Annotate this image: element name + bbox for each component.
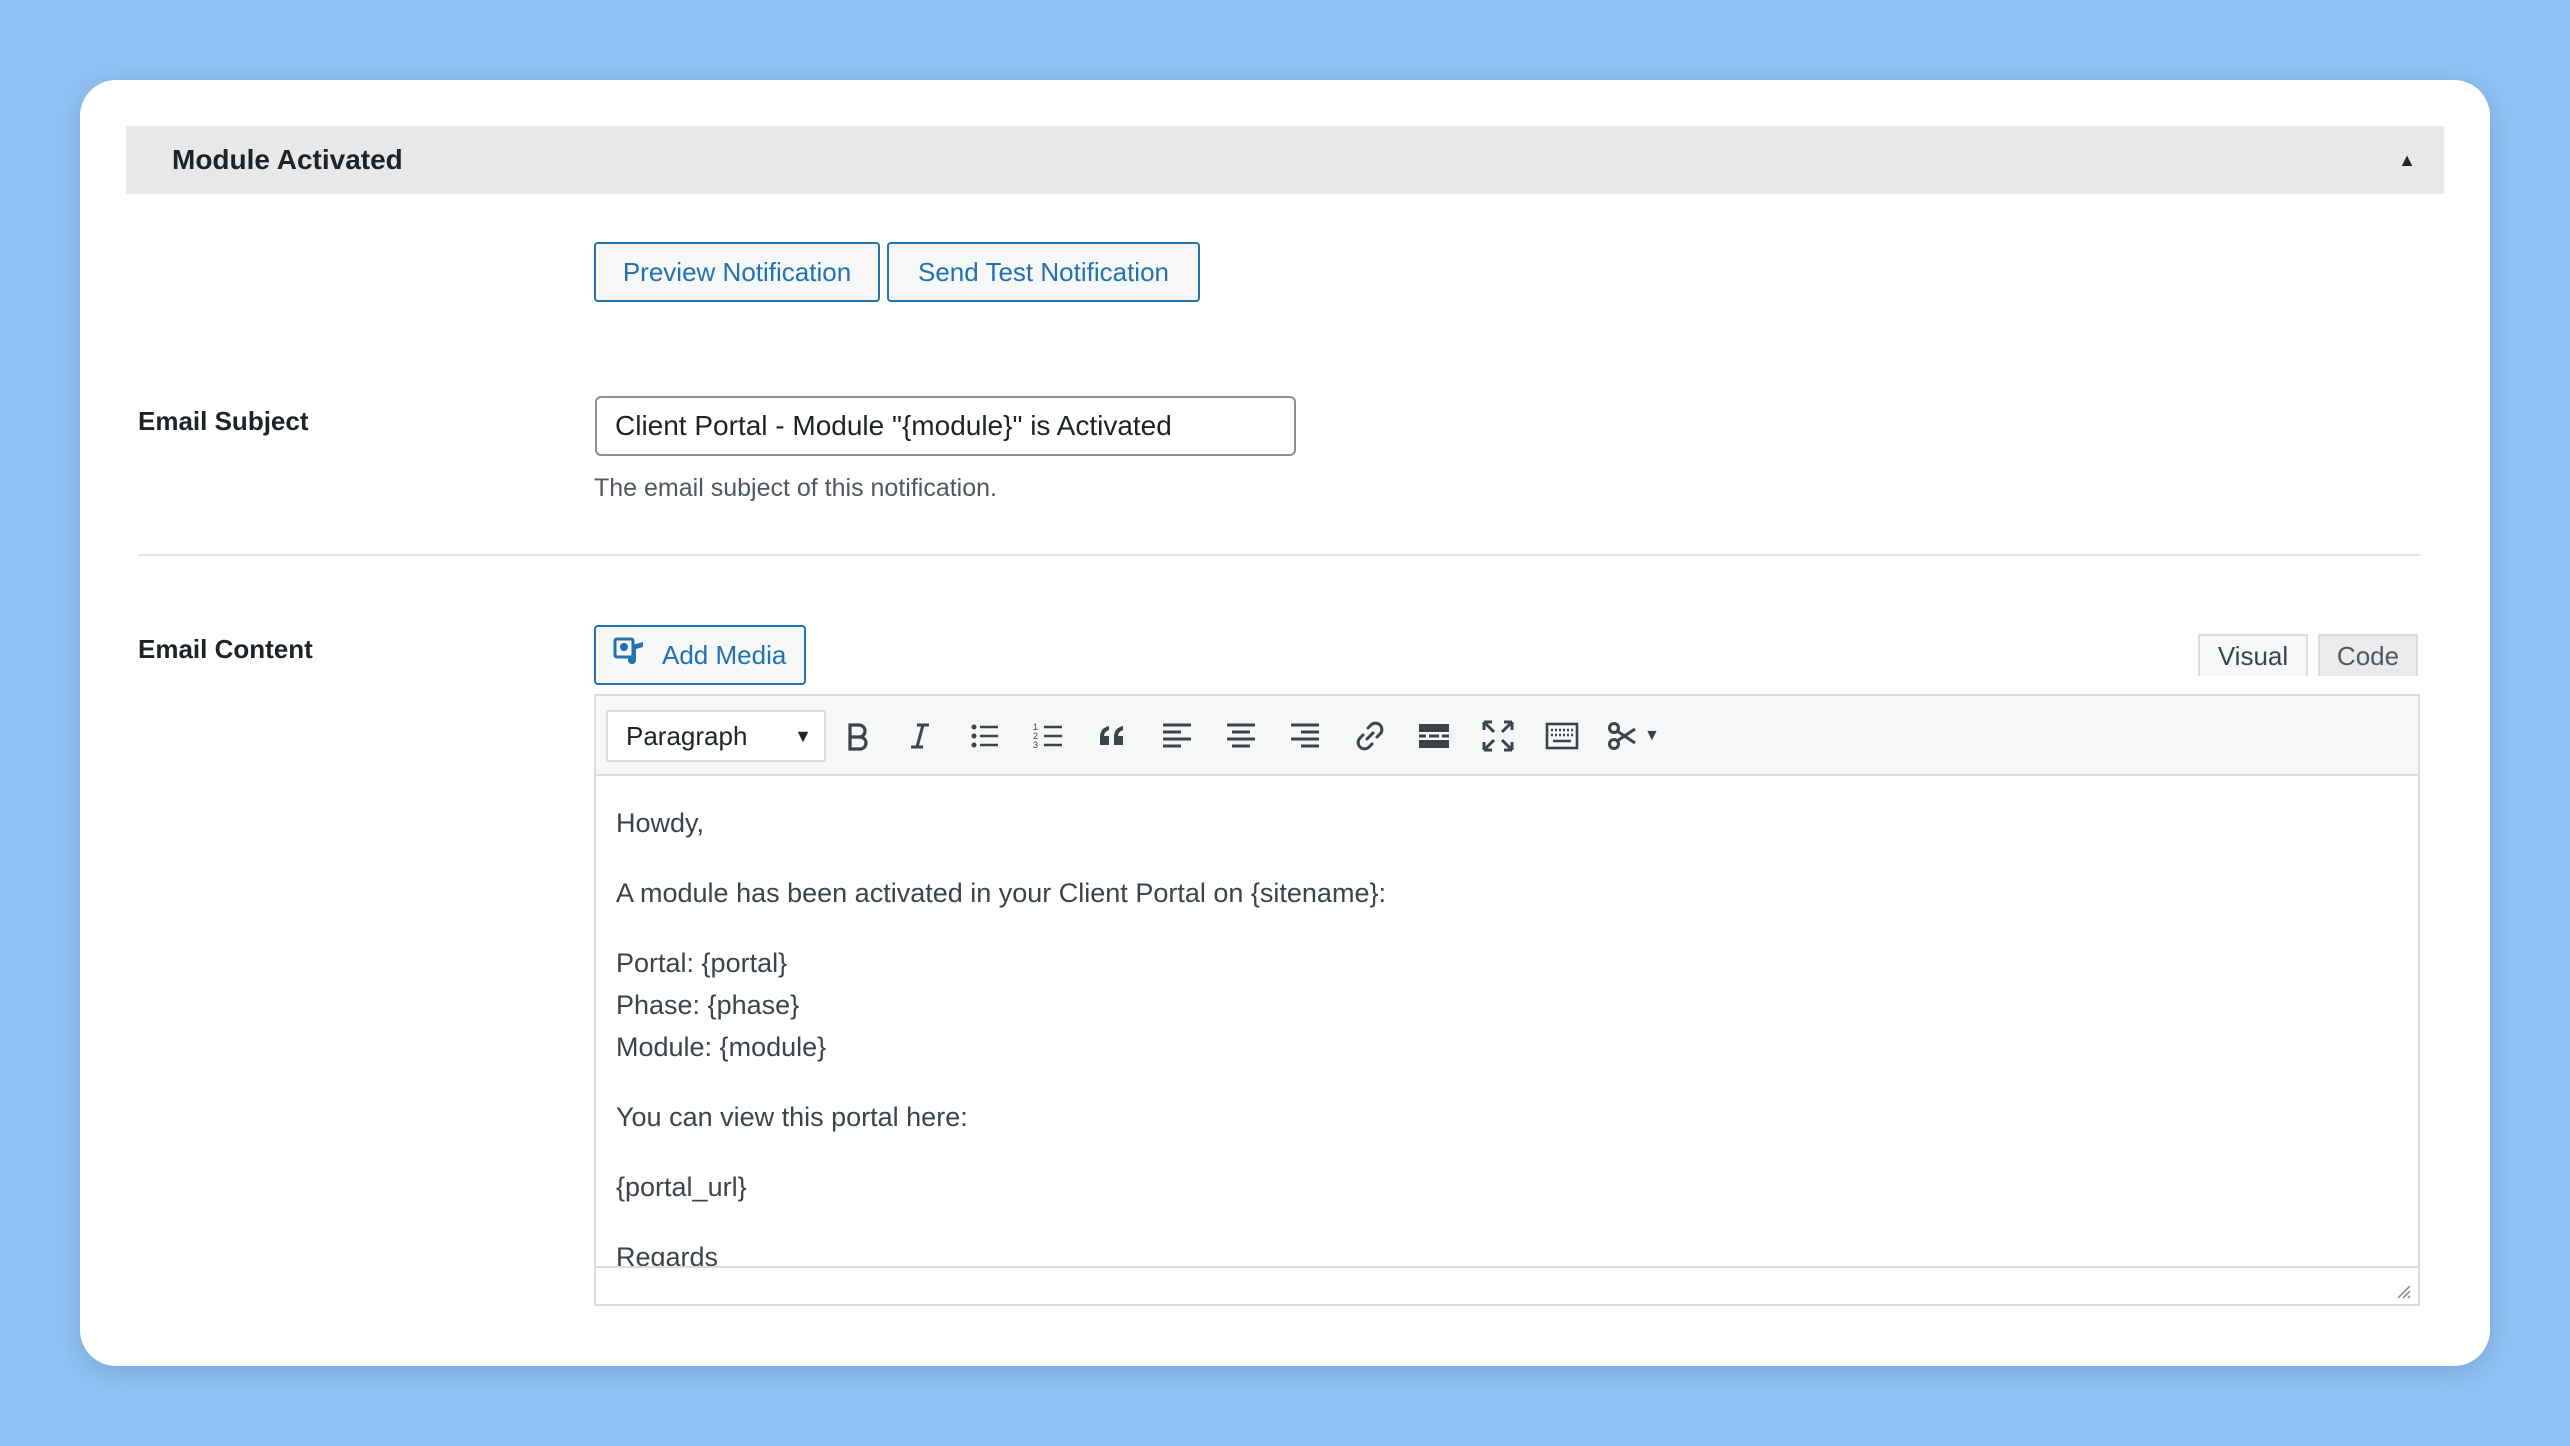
link-icon[interactable]: [1350, 716, 1390, 756]
divider: [138, 554, 2420, 556]
align-center-icon[interactable]: [1221, 716, 1261, 756]
bold-icon[interactable]: [837, 716, 877, 756]
url-line: {portal_url}: [616, 1172, 747, 1202]
section-header[interactable]: Module Activated ▲: [126, 126, 2444, 194]
shortcode-icon[interactable]: ▼: [1606, 716, 1686, 756]
intro-line: A module has been activated in your Clie…: [616, 878, 1386, 908]
view-line: You can view this portal here:: [616, 1102, 968, 1132]
email-content-body[interactable]: Howdy, A module has been activated in yo…: [596, 776, 2418, 1266]
greeting-line: Howdy,: [616, 808, 705, 838]
chevron-down-icon: ▼: [794, 725, 812, 746]
align-left-icon[interactable]: [1157, 716, 1197, 756]
toolbar-toggle-icon[interactable]: [1542, 716, 1582, 756]
format-select-value: Paragraph: [626, 720, 748, 751]
details-block: Portal: {portal} Phase: {phase} Module: …: [616, 942, 2398, 1068]
section-title: Module Activated: [172, 144, 403, 175]
phase-line: Phase: {phase}: [616, 990, 800, 1020]
closing-line: Regards: [616, 1242, 719, 1266]
format-select[interactable]: Paragraph ▼: [606, 710, 826, 762]
numbered-list-icon[interactable]: 123: [1029, 716, 1069, 756]
send-test-notification-button[interactable]: Send Test Notification: [887, 242, 1200, 302]
blockquote-icon[interactable]: [1093, 716, 1133, 756]
editor-statusbar: [596, 1266, 2418, 1304]
email-content-label: Email Content: [138, 634, 313, 664]
align-right-icon[interactable]: [1285, 716, 1325, 756]
bullet-list-icon[interactable]: [965, 716, 1005, 756]
italic-icon[interactable]: [900, 716, 940, 756]
preview-notification-button[interactable]: Preview Notification: [594, 242, 880, 302]
tab-visual[interactable]: Visual: [2198, 634, 2308, 676]
add-media-icon: [612, 634, 648, 677]
email-subject-input[interactable]: [595, 396, 1296, 456]
tab-code[interactable]: Code: [2318, 634, 2418, 676]
email-subject-label: Email Subject: [138, 406, 309, 436]
module-line: Module: {module}: [616, 1032, 827, 1062]
collapse-triangle-icon[interactable]: ▲: [2398, 150, 2416, 171]
read-more-icon[interactable]: [1414, 716, 1454, 756]
notification-card: Module Activated ▲ Preview Notification …: [80, 80, 2490, 1366]
chevron-down-icon: ▼: [1644, 727, 1660, 744]
email-content-editor: Paragraph ▼ 123 ▼ Howdy, A module has be…: [594, 694, 2420, 1306]
editor-toolbar: Paragraph ▼ 123 ▼: [596, 696, 2418, 776]
svg-text:3: 3: [1033, 740, 1038, 750]
fullscreen-icon[interactable]: [1478, 716, 1518, 756]
add-media-button[interactable]: Add Media: [594, 625, 806, 685]
resize-handle-icon[interactable]: [2394, 1282, 2412, 1300]
add-media-label: Add Media: [662, 639, 787, 670]
email-subject-description: The email subject of this notification.: [594, 474, 997, 502]
portal-line: Portal: {portal}: [616, 948, 788, 978]
